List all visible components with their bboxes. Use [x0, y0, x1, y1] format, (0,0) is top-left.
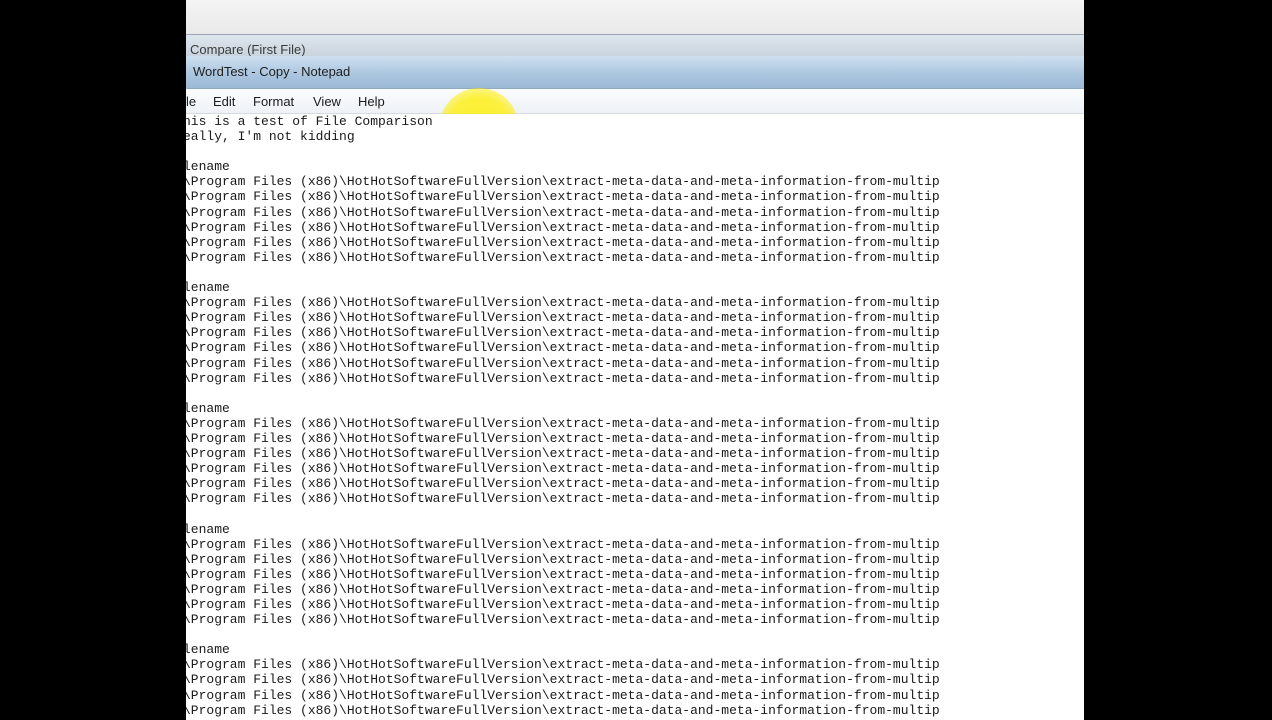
window-title: WordTest - Copy - Notepad [193, 64, 351, 79]
background-window-title: Compare (First File) [190, 42, 306, 57]
background-window-area [186, 0, 1084, 34]
menu-help[interactable]: Help [358, 94, 385, 109]
background-window-titlebar[interactable]: Compare (First File) [186, 34, 1084, 57]
menu-bar: le Edit Format View Help [186, 89, 1084, 114]
menu-view[interactable]: View [313, 94, 341, 109]
desktop-screen: Compare (First File) WordTest - Copy - N… [186, 0, 1084, 720]
text-editor-area[interactable]: nis is a test of File Comparison eally, … [186, 114, 1084, 720]
menu-edit[interactable]: Edit [213, 94, 235, 109]
menu-file[interactable]: le [186, 94, 196, 109]
menu-format[interactable]: Format [253, 94, 294, 109]
document-text: nis is a test of File Comparison eally, … [186, 114, 940, 718]
notepad-titlebar[interactable]: WordTest - Copy - Notepad [186, 56, 1084, 89]
